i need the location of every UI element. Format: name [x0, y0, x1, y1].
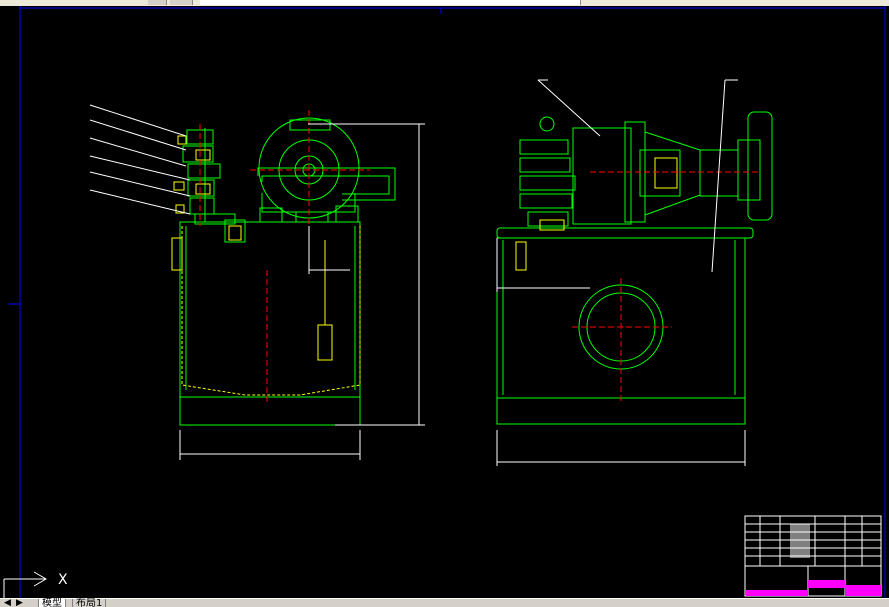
drawing-frame: [8, 6, 886, 598]
toolbar-button[interactable]: [170, 0, 193, 5]
toolbar-field[interactable]: [200, 0, 581, 5]
drawing-canvas[interactable]: X: [0, 6, 889, 598]
tab-nav-prev[interactable]: ◀: [4, 599, 11, 607]
right-view: [496, 79, 773, 466]
toolbar-button[interactable]: [148, 0, 167, 5]
title-block: [744, 515, 882, 597]
tab-layout1[interactable]: 布局1: [72, 599, 107, 607]
ucs-icon: [3, 571, 47, 598]
left-view: [89, 104, 425, 460]
ucs-axis-label: X: [58, 572, 68, 588]
tab-model[interactable]: 模型: [38, 599, 66, 607]
tab-nav-next[interactable]: ▶: [16, 599, 23, 607]
layout-tabs-bar: ◀ ▶ 模型 布局1: [0, 598, 889, 607]
cad-drawing: [3, 6, 886, 598]
